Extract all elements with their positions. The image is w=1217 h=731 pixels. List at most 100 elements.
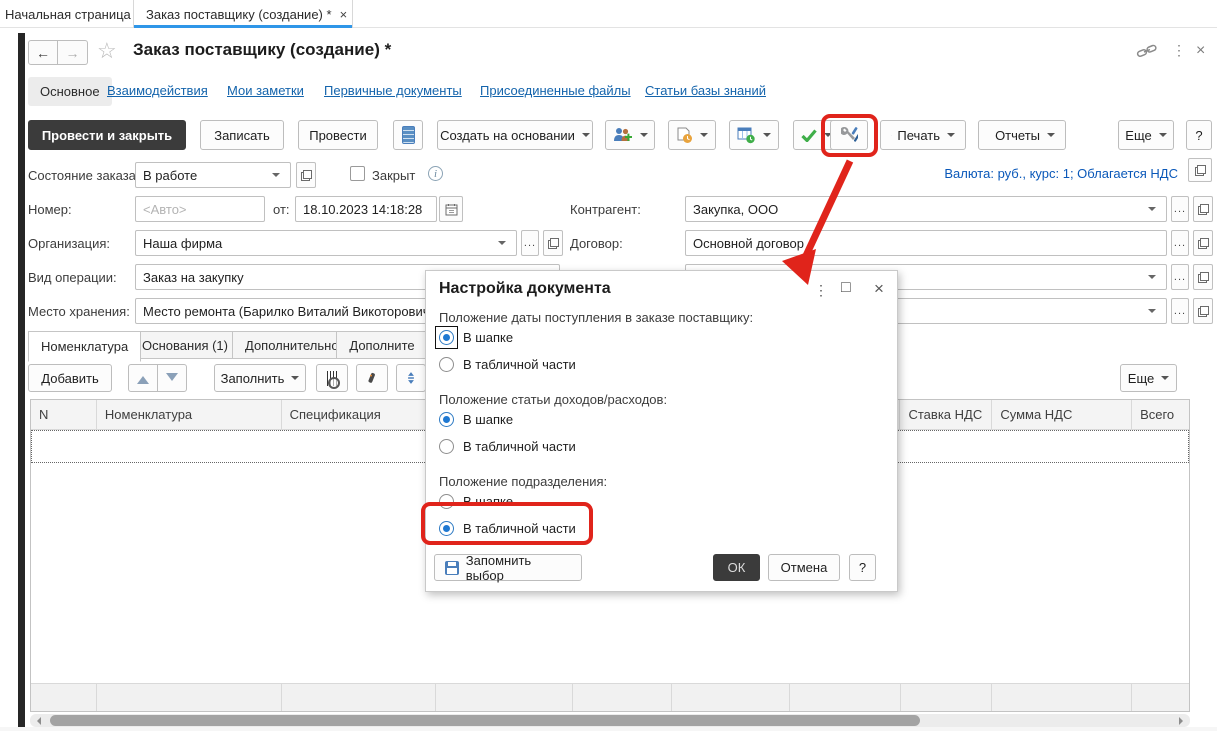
col-header-specification[interactable]: Спецификация (282, 400, 437, 429)
responsible-ellipsis-button[interactable]: ... (1171, 264, 1189, 290)
radio-icon[interactable] (439, 439, 454, 454)
move-up-button[interactable] (128, 364, 158, 392)
dialog-maximize-icon[interactable]: □ (841, 279, 851, 297)
dialog-menu-icon[interactable]: ⋮ (814, 282, 828, 299)
post-button[interactable]: Провести (298, 120, 378, 150)
write-button[interactable]: Записать (200, 120, 284, 150)
calendar-button[interactable] (439, 196, 463, 222)
dropdown-icon[interactable] (1145, 203, 1159, 215)
info-icon[interactable]: i (428, 166, 443, 181)
back-button[interactable]: ← (28, 40, 58, 65)
scanner-button[interactable] (356, 364, 388, 392)
add-row-button[interactable]: Добавить (28, 364, 112, 392)
counterparty-ellipsis-button[interactable]: ... (1171, 196, 1189, 222)
document-register-button[interactable] (393, 120, 423, 150)
date-field[interactable]: 18.10.2023 14:18:28 (295, 196, 437, 222)
barcode-search-button[interactable] (316, 364, 348, 392)
radio-date-tabular[interactable]: В табличной части (439, 357, 576, 372)
col-header-vat-sum[interactable]: Сумма НДС (992, 400, 1132, 429)
horizontal-scrollbar[interactable] (30, 714, 1190, 727)
counterparty-open-button[interactable] (1193, 196, 1213, 222)
navlink-attached-files[interactable]: Присоединенные файлы (480, 83, 631, 98)
dropdown-icon[interactable] (1145, 271, 1159, 283)
table-clock-icon (737, 127, 756, 144)
document-deadline-button[interactable] (668, 120, 716, 150)
counterparty-field[interactable]: Закупка, ООО (685, 196, 1167, 222)
col-header-n[interactable]: N (31, 400, 97, 429)
create-based-on-button[interactable]: Создать на основании (437, 120, 593, 150)
organization-open-button[interactable] (543, 230, 563, 256)
forward-button[interactable]: → (58, 40, 88, 65)
navlink-interactions[interactable]: Взаимодействия (107, 83, 208, 98)
radio-icon[interactable] (439, 494, 454, 509)
contact-tasks-button[interactable] (605, 120, 655, 150)
scroll-left-icon[interactable] (33, 717, 41, 725)
scrollbar-thumb[interactable] (50, 715, 920, 726)
close-form-icon[interactable]: × (1196, 42, 1205, 60)
remember-choice-button[interactable]: Запомнить выбор (434, 554, 582, 581)
document-settings-dialog: Настройка документа ⋮ □ × Положение даты… (425, 270, 898, 592)
currency-info-line[interactable]: Валюта: руб., курс: 1; Облагается НДС (700, 166, 1178, 181)
col-header-nomenclature[interactable]: Номенклатура (97, 400, 282, 429)
radio-department-header[interactable]: В шапке (439, 494, 513, 509)
scroll-right-icon[interactable] (1179, 717, 1187, 725)
radio-icon[interactable] (439, 412, 454, 427)
radio-icon[interactable] (439, 357, 454, 372)
planner-button[interactable] (729, 120, 779, 150)
radio-icon[interactable] (439, 330, 454, 345)
state-open-button[interactable] (296, 162, 316, 188)
ok-button[interactable]: ОК (713, 554, 760, 581)
dialog-help-button[interactable]: ? (849, 554, 876, 581)
tab-nomenclature[interactable]: Номенклатура (28, 331, 141, 362)
responsible-open-button[interactable] (1193, 264, 1213, 290)
navlink-primary-docs[interactable]: Первичные документы (324, 83, 462, 98)
tab-close-icon[interactable]: × (340, 7, 348, 22)
number-field[interactable]: <Авто> (135, 196, 265, 222)
radio-date-header[interactable]: В шапке (439, 330, 513, 345)
tab-home-page[interactable]: Начальная страница (0, 0, 143, 28)
extra-open-button[interactable] (1193, 298, 1213, 324)
organization-field[interactable]: Наша фирма (135, 230, 517, 256)
dropdown-icon[interactable] (1145, 305, 1159, 317)
navlink-main[interactable]: Основное (28, 77, 112, 106)
move-down-button[interactable] (157, 364, 187, 392)
fill-button[interactable]: Заполнить (214, 364, 306, 392)
col-header-total[interactable]: Всего (1132, 400, 1189, 429)
post-and-close-button[interactable]: Провести и закрыть (28, 120, 186, 150)
contract-open-button[interactable] (1193, 230, 1213, 256)
radio-department-tabular[interactable]: В табличной части (439, 521, 576, 536)
state-field[interactable]: В работе (135, 162, 291, 188)
dialog-close-icon[interactable]: × (874, 279, 884, 299)
document-settings-button[interactable] (830, 120, 868, 150)
navlink-kb-articles[interactable]: Статьи базы знаний (645, 83, 766, 98)
contract-ellipsis-button[interactable]: ... (1171, 230, 1189, 256)
radio-expense-header[interactable]: В шапке (439, 412, 513, 427)
currency-open-button[interactable] (1188, 158, 1212, 182)
dropdown-icon[interactable] (495, 237, 509, 249)
extra-ellipsis-button[interactable]: ... (1171, 298, 1189, 324)
tab-grounds[interactable]: Основания (1) (129, 331, 241, 359)
contract-field[interactable]: Основной договор (685, 230, 1167, 256)
tab-additional-2[interactable]: Дополните (336, 331, 428, 359)
organization-ellipsis-button[interactable]: ... (521, 230, 539, 256)
more-button[interactable]: Еще (1118, 120, 1174, 150)
radio-icon[interactable] (439, 521, 454, 536)
closed-checkbox[interactable] (350, 166, 365, 181)
cancel-button[interactable]: Отмена (768, 554, 840, 581)
favorite-star-icon[interactable]: ☆ (97, 38, 117, 64)
help-button[interactable]: ? (1186, 120, 1212, 150)
tab-current-document[interactable]: Заказ поставщику (создание) * × (133, 0, 353, 28)
dropdown-icon[interactable] (269, 169, 283, 181)
print-button[interactable]: Печать (880, 120, 966, 150)
more-menu-icon[interactable]: ⋮ (1172, 42, 1186, 59)
radio-label: В табличной части (463, 357, 576, 372)
table-more-button[interactable]: Еще (1120, 364, 1177, 392)
radio-expense-tabular[interactable]: В табличной части (439, 439, 576, 454)
reports-button[interactable]: Отчеты (978, 120, 1066, 150)
navlink-notes[interactable]: Мои заметки (227, 83, 304, 98)
get-link-icon[interactable] (1136, 44, 1158, 62)
tab-additional[interactable]: Дополнительно (232, 331, 352, 359)
col-header-vat-rate[interactable]: Ставка НДС (900, 400, 992, 429)
row-height-button[interactable] (396, 364, 426, 392)
footer-cell (901, 684, 993, 711)
